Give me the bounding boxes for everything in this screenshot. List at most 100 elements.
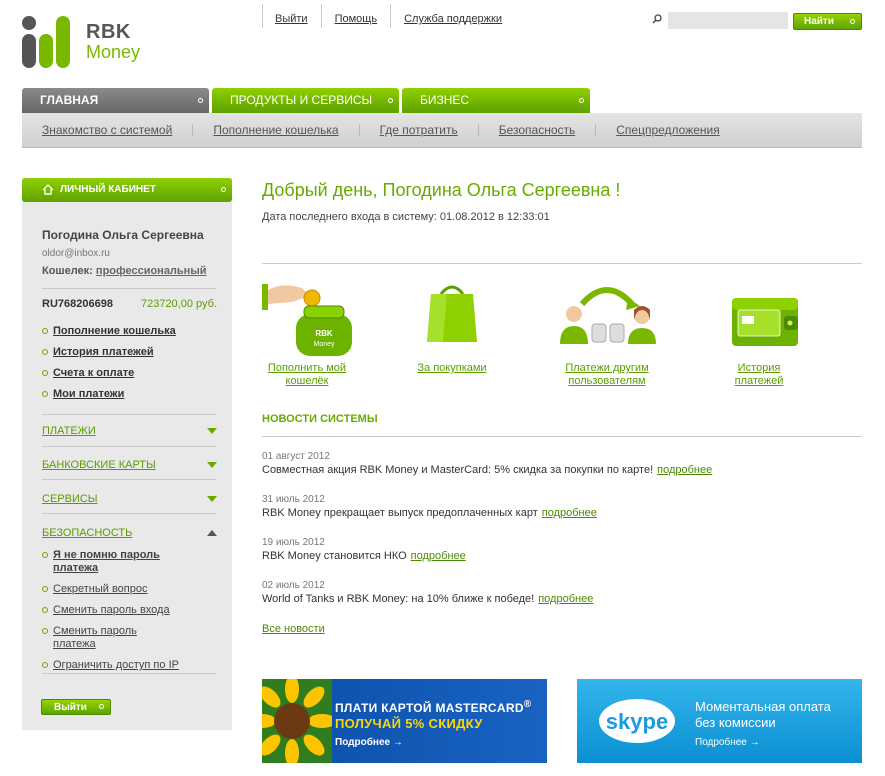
- user-email: oldor@inbox.ru: [42, 248, 110, 259]
- dot-icon: [579, 97, 584, 103]
- wallet-topup-icon: RBK Money: [262, 284, 352, 356]
- quick-p2p-line1: Платежи другим: [565, 362, 649, 374]
- divider: [42, 414, 216, 415]
- sidebar-logout-button[interactable]: Выйти: [41, 699, 111, 715]
- news-item: 19 июль 2012 RBK Money становится НКО под…: [262, 536, 466, 563]
- security-menu: Я не помню пароль платежа Секретный вопр…: [42, 549, 182, 680]
- wallet-type-row: Кошелек: профессиональный: [42, 265, 207, 277]
- collapse-arrow-icon: [207, 530, 217, 536]
- sidebar: ЛИЧНЫЙ КАБИНЕТ Погодина Ольга Сергеевна …: [22, 178, 232, 730]
- skype-logo-text: skype: [606, 709, 668, 734]
- top-logout-link[interactable]: Выйти: [262, 4, 321, 28]
- quick-history-line2: платежей: [734, 375, 784, 387]
- news-date: 01 август 2012: [262, 451, 330, 462]
- news-more-link[interactable]: подробнее: [657, 464, 712, 476]
- expand-arrow-icon: [207, 462, 217, 468]
- search-button[interactable]: Найти: [793, 13, 862, 30]
- news-text: Совместная акция RBK Money и MasterCard:…: [262, 464, 654, 476]
- divider: [262, 436, 862, 437]
- subnav-where-to-spend[interactable]: Где потратить: [358, 124, 478, 136]
- news-text: RBK Money становится НКО: [262, 550, 407, 562]
- wallet-history-icon: [732, 298, 798, 346]
- subnav-offers[interactable]: Спецпредложения: [595, 124, 740, 136]
- cabinet-header[interactable]: ЛИЧНЫЙ КАБИНЕТ: [22, 178, 232, 202]
- news-more-link[interactable]: подробнее: [542, 507, 597, 519]
- news-item: 01 август 2012 Совместная акция RBK Mone…: [262, 450, 712, 477]
- tab-products[interactable]: Продукты и сервисы: [212, 88, 399, 113]
- quick-topup[interactable]: RBK Money Пополнить мой кошелёк: [252, 280, 362, 388]
- menu-invoices[interactable]: Счета к оплате: [42, 367, 227, 380]
- rbk-logo[interactable]: RBK Money: [22, 16, 152, 70]
- divider: [42, 288, 216, 289]
- news-more-link[interactable]: подробнее: [538, 593, 593, 605]
- search-input[interactable]: [668, 12, 788, 29]
- users-transfer-icon: [560, 287, 656, 344]
- sunflower-icon: [262, 679, 332, 763]
- skype-banner-more[interactable]: Подробнее →: [695, 737, 760, 748]
- all-news-link[interactable]: Все новости: [262, 623, 325, 635]
- rbk-logo-icon: [22, 16, 70, 68]
- last-login-info: Дата последнего входа в систему: 01.08.2…: [262, 211, 550, 223]
- registered-mark: ®: [523, 699, 532, 710]
- menu-topup[interactable]: Пополнение кошелька: [42, 325, 227, 338]
- subnav-security[interactable]: Безопасность: [477, 124, 596, 136]
- section-bank-cards-label: БАНКОВСКИЕ КАРТЫ: [42, 459, 156, 471]
- skype-banner[interactable]: skype Моментальная оплата без комиссии П…: [577, 679, 862, 763]
- news-more-link[interactable]: подробнее: [411, 550, 466, 562]
- quick-payment-history[interactable]: История платежей: [704, 280, 814, 388]
- divider: [42, 446, 216, 447]
- news-section-title: НОВОСТИ СИСТЕМЫ: [262, 413, 378, 425]
- mastercard-banner-more[interactable]: Подробнее →: [335, 737, 403, 748]
- menu-forgot-payment-password[interactable]: Я не помню пароль платежа: [42, 549, 182, 575]
- expand-arrow-icon: [207, 496, 217, 502]
- menu-my-payments[interactable]: Мои платежи: [42, 388, 227, 401]
- section-payments[interactable]: ПЛАТЕЖИ: [42, 425, 217, 445]
- sidebar-logout-label: Выйти: [54, 701, 87, 713]
- tab-business[interactable]: Бизнес: [402, 88, 590, 113]
- news-text: World of Tanks и RBK Money: на 10% ближе…: [262, 593, 535, 605]
- mastercard-banner-line2: ПОЛУЧАЙ 5% СКИДКУ: [335, 716, 483, 731]
- quick-p2p-payments[interactable]: Платежи другим пользователям: [552, 280, 662, 388]
- logo-money-text: Money: [86, 42, 141, 62]
- section-payments-label: ПЛАТЕЖИ: [42, 425, 96, 437]
- dot-icon: [198, 97, 203, 103]
- top-support-link[interactable]: Служба поддержки: [390, 4, 510, 28]
- news-item: 02 июль 2012 World of Tanks и RBK Money:…: [262, 579, 593, 606]
- greeting-title: Добрый день, Погодина Ольга Сергеевна !: [262, 180, 621, 200]
- divider: [42, 479, 216, 480]
- cabinet-menu: Пополнение кошелька История платежей Сче…: [42, 325, 227, 409]
- wallet-type-link[interactable]: профессиональный: [96, 265, 207, 277]
- section-bank-cards[interactable]: БАНКОВСКИЕ КАРТЫ: [42, 459, 217, 479]
- subnav-intro[interactable]: Знакомство с системой: [22, 124, 192, 136]
- sub-nav: Знакомство с системой Пополнение кошельк…: [22, 113, 862, 148]
- menu-restrict-ip[interactable]: Ограничить доступ по IP: [42, 659, 182, 672]
- section-services[interactable]: СЕРВИСЫ: [42, 493, 217, 513]
- skype-banner-line1: Моментальная оплата: [695, 699, 831, 714]
- subnav-topup[interactable]: Пополнение кошелька: [192, 124, 358, 136]
- dot-icon: [221, 187, 226, 192]
- menu-secret-question[interactable]: Секретный вопрос: [42, 583, 182, 596]
- expand-arrow-icon: [207, 428, 217, 434]
- dot-icon: [99, 704, 104, 709]
- menu-change-payment-password[interactable]: Сменить пароль платежа: [42, 625, 182, 651]
- quick-p2p-line2: пользователям: [568, 375, 646, 387]
- news-text: RBK Money прекращает выпуск предоплаченн…: [262, 507, 538, 519]
- top-nav: Выйти Помощь Служба поддержки: [262, 4, 510, 28]
- wallet-label: Кошелек:: [42, 265, 93, 277]
- quick-topup-line1: Пополнить мой: [267, 362, 347, 374]
- search-icon: [652, 14, 662, 24]
- quick-shopping-line1: За покупками: [417, 362, 487, 374]
- divider: [42, 513, 216, 514]
- top-help-link[interactable]: Помощь: [320, 4, 391, 28]
- menu-change-login-password[interactable]: Сменить пароль входа: [42, 604, 182, 617]
- quick-shopping[interactable]: За покупками: [397, 280, 507, 375]
- mastercard-banner-line1: ПЛАТИ КАРТОЙ MASTERCARD®: [335, 699, 532, 715]
- menu-history[interactable]: История платежей: [42, 346, 227, 359]
- divider: [262, 263, 862, 264]
- tab-home[interactable]: Главная: [22, 88, 209, 113]
- account-balance: 723720,00 руб.: [140, 298, 217, 310]
- section-services-label: СЕРВИСЫ: [42, 493, 98, 505]
- mastercard-banner[interactable]: ПЛАТИ КАРТОЙ MASTERCARD® ПОЛУЧАЙ 5% СКИД…: [262, 679, 547, 763]
- search-button-label: Найти: [804, 16, 834, 27]
- section-security[interactable]: БЕЗОПАСНОСТЬ: [42, 527, 217, 547]
